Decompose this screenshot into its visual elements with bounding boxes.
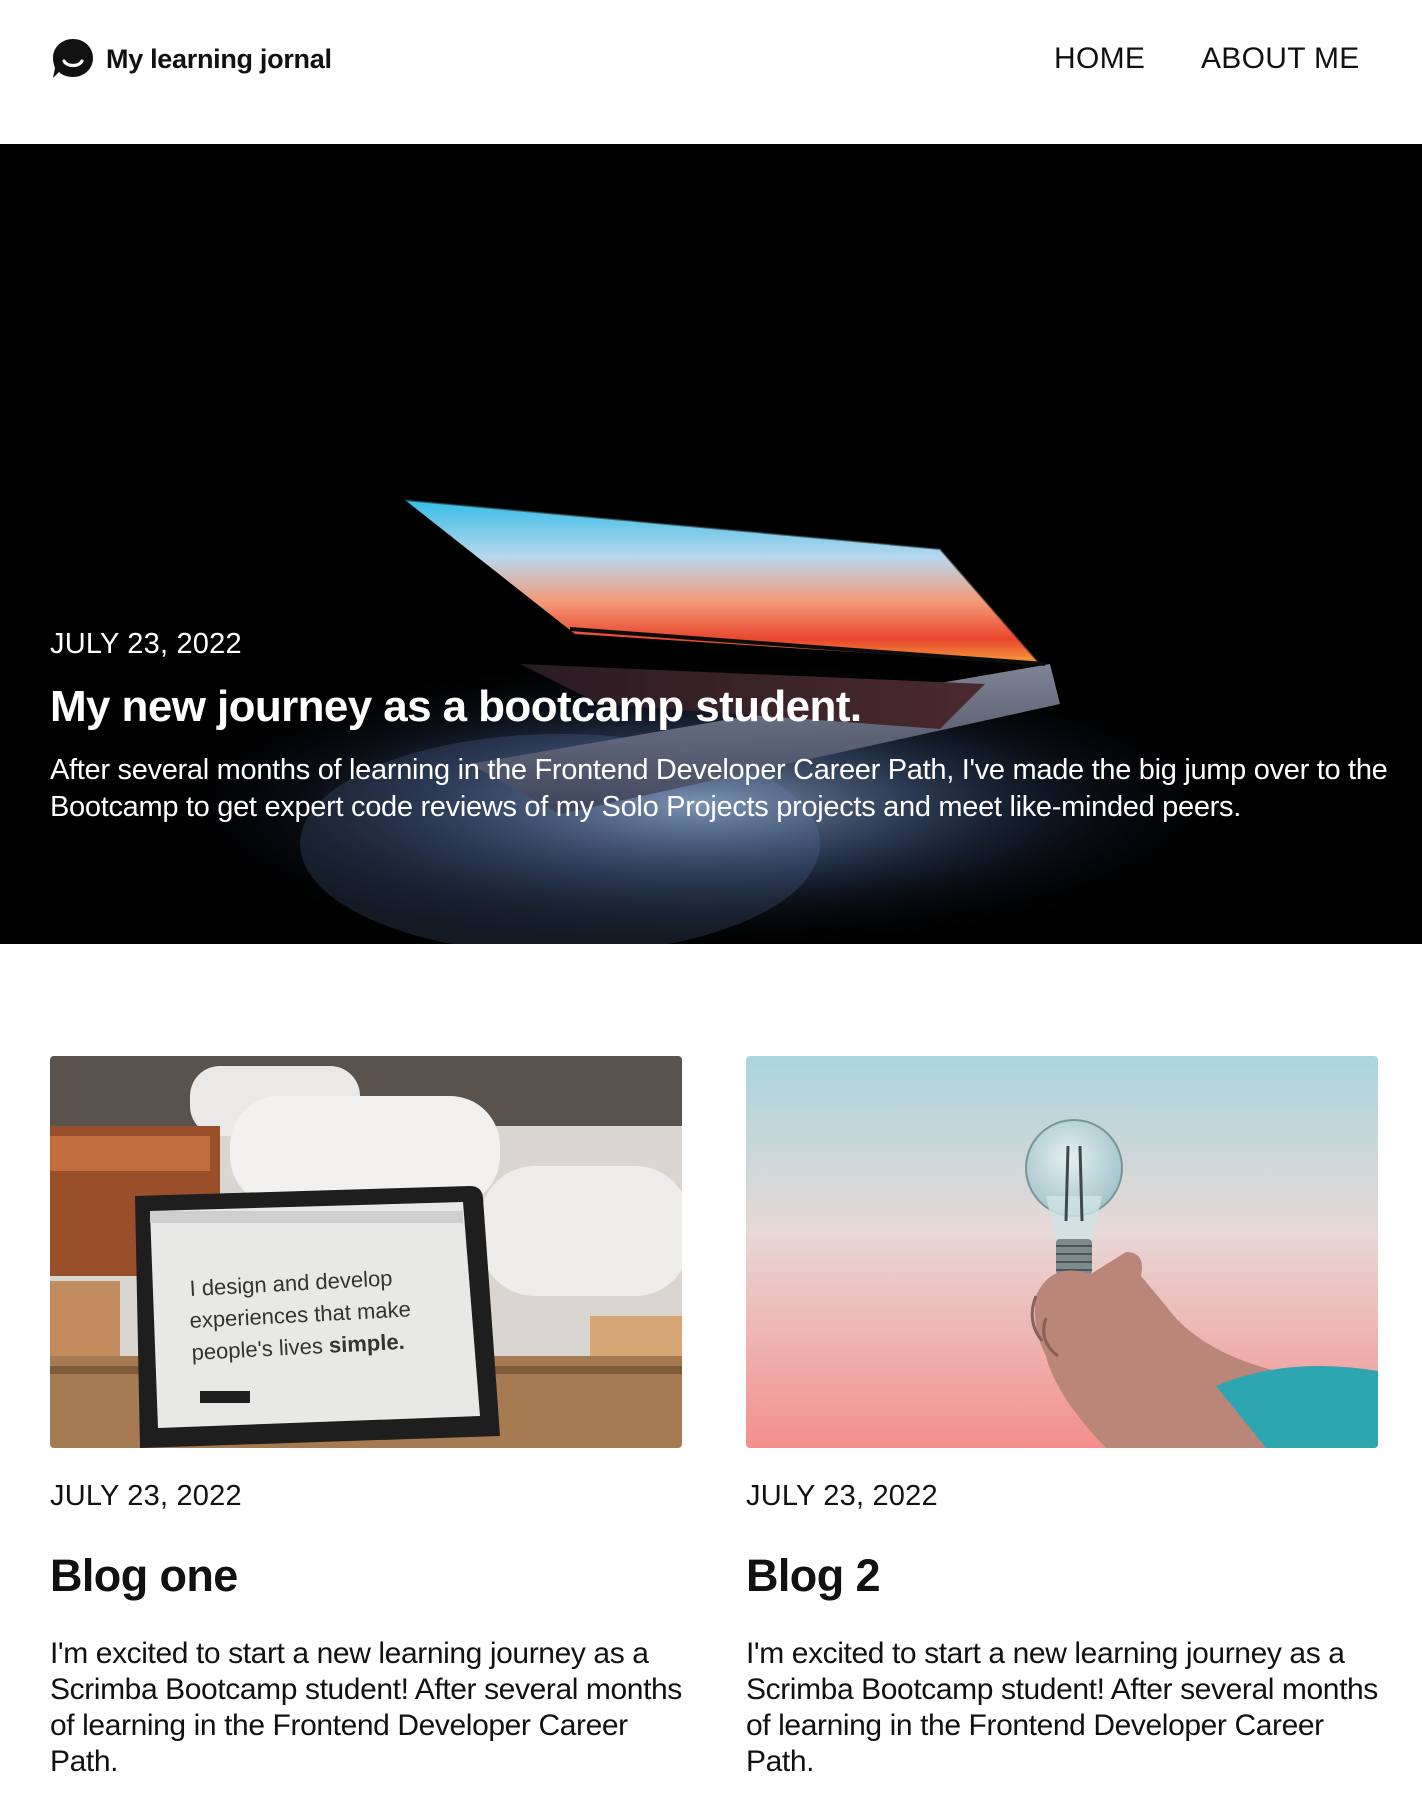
hero-date: JULY 23, 2022 <box>50 628 242 660</box>
blog-card[interactable]: JULY 23, 2022 Blog 2 I'm excited to star… <box>746 1056 1378 1778</box>
lightbulb-in-hand-image[interactable] <box>746 1056 1378 1448</box>
hero-excerpt: After several months of learning in the … <box>50 754 1388 823</box>
hero-featured-post[interactable]: JULY 23, 2022 My new journey as a bootca… <box>0 144 1422 944</box>
hero-title[interactable]: My new journey as a bootcamp student. <box>50 682 862 732</box>
site-header: My learning jornal HOME ABOUT ME <box>0 0 1422 144</box>
main-nav: HOME ABOUT ME <box>0 42 1422 78</box>
laptop-on-desk-image[interactable]: I design and develop experiences that ma… <box>50 1056 682 1448</box>
card-title[interactable]: Blog one <box>50 1550 238 1602</box>
card-title[interactable]: Blog 2 <box>746 1550 881 1602</box>
card-excerpt: I'm excited to start a new learning jour… <box>746 1637 1378 1778</box>
nav-home-link[interactable]: HOME <box>1054 42 1145 76</box>
blog-card[interactable]: I design and develop experiences that ma… <box>50 1056 682 1778</box>
nav-about-link[interactable]: ABOUT ME <box>1201 42 1360 76</box>
card-date: JULY 23, 2022 <box>746 1480 938 1512</box>
card-date: JULY 23, 2022 <box>50 1480 242 1512</box>
card-excerpt: I'm excited to start a new learning jour… <box>50 1637 682 1778</box>
